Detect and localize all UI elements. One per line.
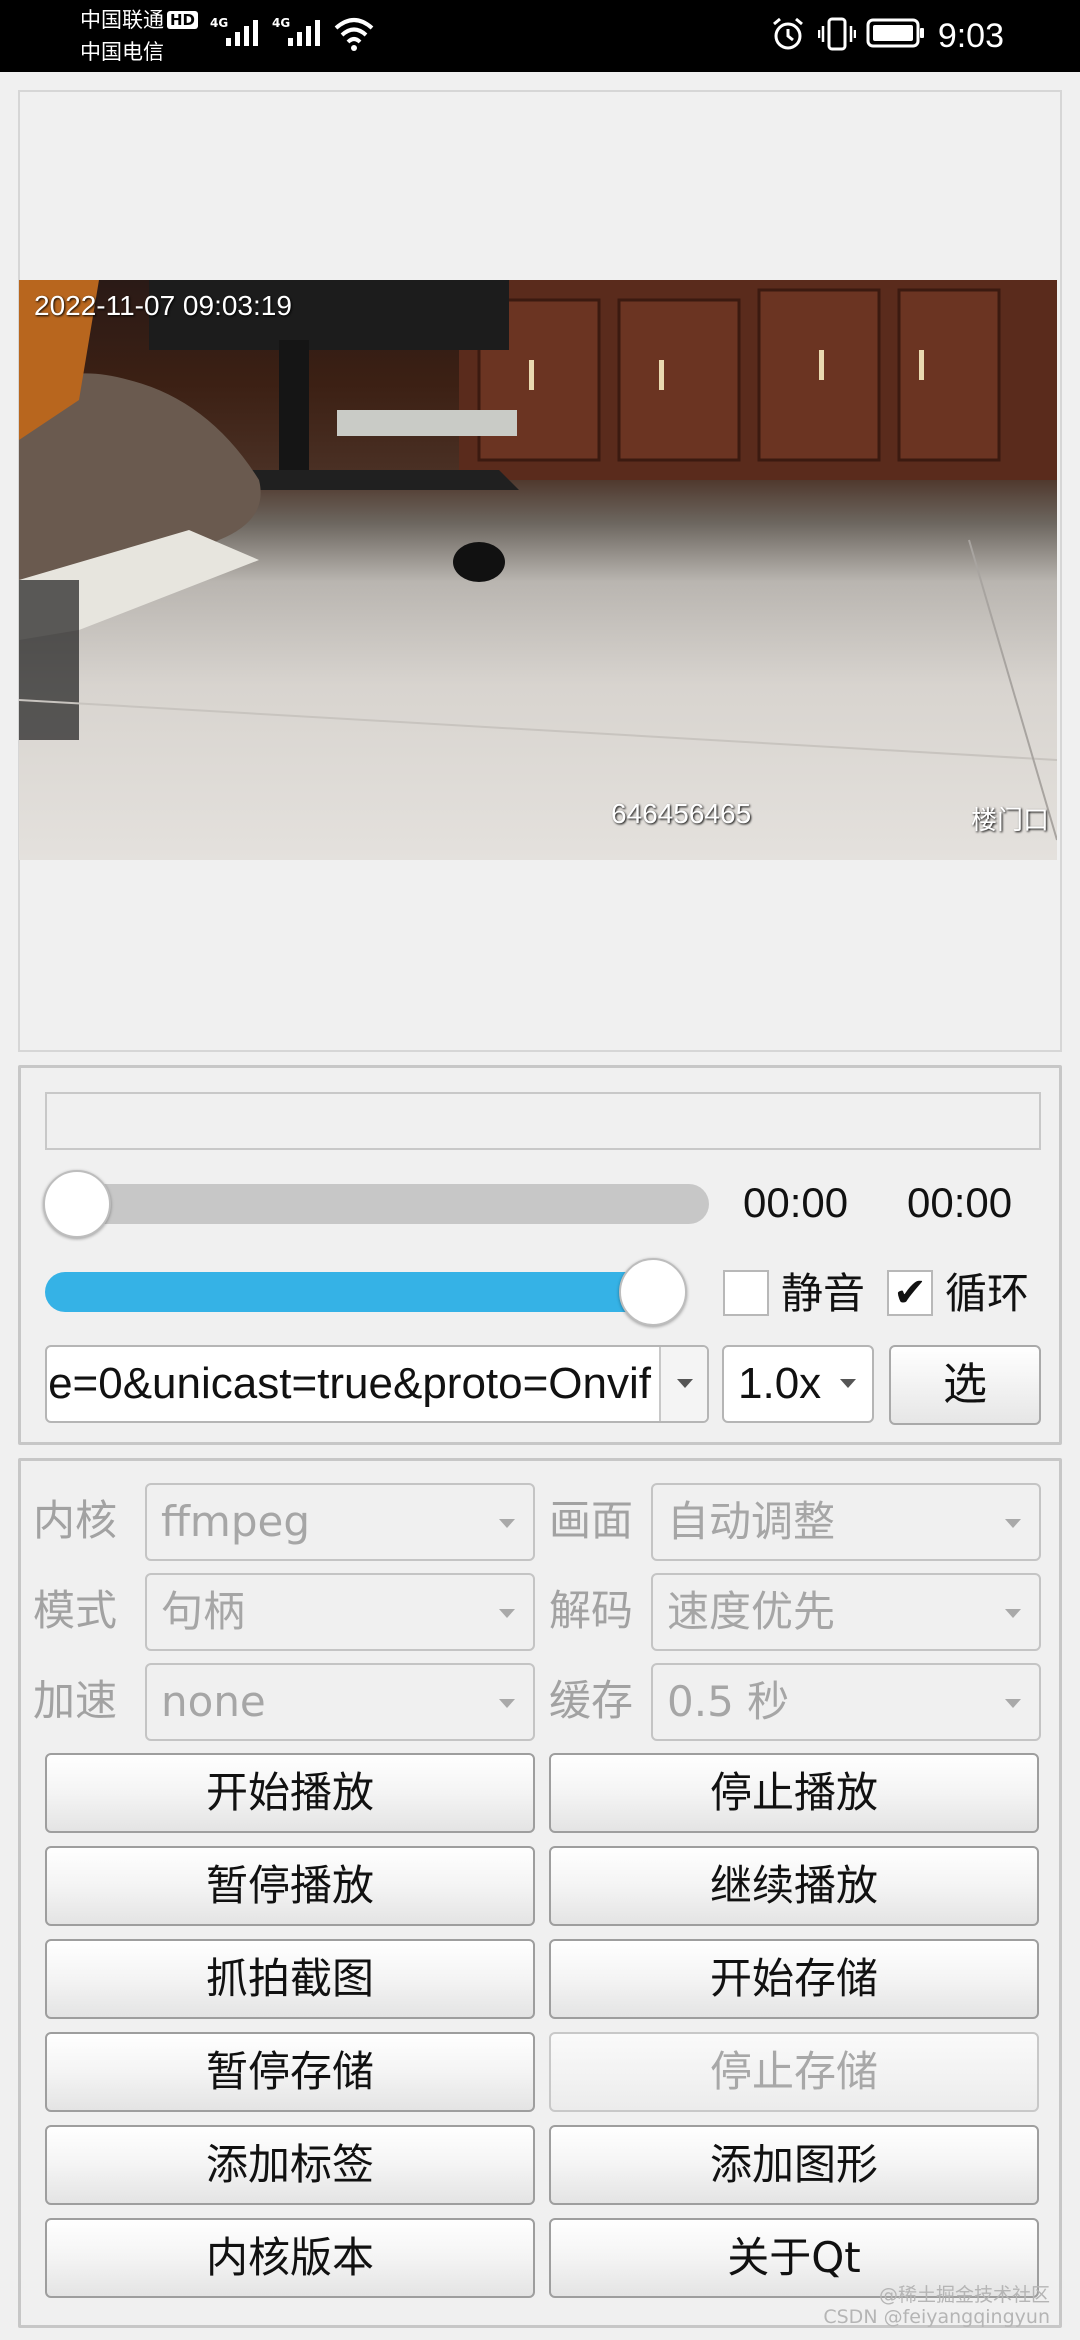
checkmark-icon: ✔ <box>893 1270 927 1316</box>
chevron-down-icon <box>499 1519 515 1528</box>
speed-value: 1.0x <box>738 1359 822 1408</box>
loop-label: 循环 <box>945 1269 1030 1318</box>
loop-checkbox[interactable]: ✔ <box>887 1270 933 1316</box>
chevron-down-icon <box>499 1699 515 1708</box>
pause-play-button[interactable]: 暂停播放 <box>45 1846 535 1926</box>
resume-play-button[interactable]: 继续播放 <box>549 1846 1039 1926</box>
time-current: 00:00 <box>743 1179 849 1226</box>
progress-slider[interactable] <box>45 1184 709 1224</box>
alarm-icon <box>773 17 803 50</box>
carrier-1: 中国联通 HD <box>80 8 199 32</box>
cache-value: 0.5 秒 <box>667 1677 790 1726</box>
carrier-1-label: 中国联通 <box>80 8 164 32</box>
accel-label: 加速 <box>33 1676 118 1725</box>
time-total: 00:00 <box>907 1179 1013 1226</box>
add-shape-button[interactable]: 添加图形 <box>549 2125 1039 2205</box>
volume-slider-handle[interactable] <box>619 1258 687 1326</box>
kernel-value: ffmpeg <box>161 1497 311 1546</box>
add-label-button[interactable]: 添加标签 <box>45 2125 535 2205</box>
mute-label: 静音 <box>781 1269 866 1318</box>
volume-slider[interactable] <box>45 1272 685 1312</box>
mode-label: 模式 <box>33 1586 118 1635</box>
signal-icon: 4G <box>272 14 326 54</box>
kernel-label: 内核 <box>33 1496 118 1545</box>
settings-panel: 内核 ffmpeg 画面 自动调整 模式 句柄 解码 速度优先 加速 none … <box>18 1458 1062 2328</box>
kernel-version-button[interactable]: 内核版本 <box>45 2218 535 2298</box>
chevron-down-icon <box>1005 1609 1021 1618</box>
clock-time: 9:03 <box>937 17 1004 55</box>
chevron-down-icon <box>840 1379 856 1388</box>
osd-location: 楼门口 <box>971 805 1050 835</box>
decode-value: 速度优先 <box>667 1587 836 1636</box>
mode-combobox[interactable]: 句柄 <box>145 1573 535 1651</box>
video-frame[interactable]: 2022-11-07 09:03:19 646456465 楼门口 <box>19 280 1057 860</box>
status-bar: 中国联通 HD 中国电信 4G 4G 9:03 <box>0 0 1080 72</box>
control-panel: 00:00 00:00 静音 ✔ 循环 e=0&unicast=true&pro… <box>18 1065 1062 1445</box>
decode-label: 解码 <box>549 1586 634 1635</box>
chevron-down-icon <box>499 1609 515 1618</box>
speed-combobox[interactable]: 1.0x <box>722 1345 874 1423</box>
url-dropdown-button[interactable] <box>659 1347 707 1421</box>
osd-timestamp: 2022-11-07 09:03:19 <box>34 290 292 321</box>
watermark-line-2: CSDN @feiyangqingyun <box>823 2306 1050 2328</box>
stop-record-button[interactable]: 停止存储 <box>549 2032 1039 2112</box>
battery-icon <box>866 18 924 48</box>
cache-combobox[interactable]: 0.5 秒 <box>651 1663 1041 1741</box>
camera-image <box>19 280 1057 841</box>
kernel-combobox[interactable]: ffmpeg <box>145 1483 535 1561</box>
mode-value: 句柄 <box>161 1587 246 1636</box>
url-combobox[interactable]: e=0&unicast=true&proto=Onvif <box>45 1345 709 1423</box>
chevron-down-icon <box>677 1379 693 1388</box>
chevron-down-icon <box>1005 1699 1021 1708</box>
wifi-icon <box>334 18 374 51</box>
select-file-button[interactable]: 选 <box>889 1345 1041 1425</box>
screen-combobox[interactable]: 自动调整 <box>651 1483 1041 1561</box>
chevron-down-icon <box>1005 1519 1021 1528</box>
url-display-bar <box>45 1092 1041 1150</box>
screen-label: 画面 <box>549 1496 634 1545</box>
screen-value: 自动调整 <box>667 1497 836 1546</box>
accel-combobox[interactable]: none <box>145 1663 535 1741</box>
mute-checkbox[interactable] <box>723 1270 769 1316</box>
stop-play-button[interactable]: 停止播放 <box>549 1753 1039 1833</box>
url-value: e=0&unicast=true&proto=Onvif <box>48 1359 651 1408</box>
signal-icon: 4G <box>210 14 264 54</box>
decode-combobox[interactable]: 速度优先 <box>651 1573 1041 1651</box>
watermark-line-1: @稀土掘金技术社区 <box>878 2284 1050 2306</box>
start-play-button[interactable]: 开始播放 <box>45 1753 535 1833</box>
cache-label: 缓存 <box>549 1676 634 1725</box>
carrier-2: 中国电信 <box>80 40 164 64</box>
snapshot-button[interactable]: 抓拍截图 <box>45 1939 535 2019</box>
progress-slider-handle[interactable] <box>43 1170 111 1238</box>
accel-value: none <box>161 1677 266 1726</box>
start-record-button[interactable]: 开始存储 <box>549 1939 1039 2019</box>
pause-record-button[interactable]: 暂停存储 <box>45 2032 535 2112</box>
hd-badge: HD <box>167 11 199 29</box>
osd-camera-id: 646456465 <box>611 798 752 829</box>
vibrate-icon <box>818 17 856 51</box>
